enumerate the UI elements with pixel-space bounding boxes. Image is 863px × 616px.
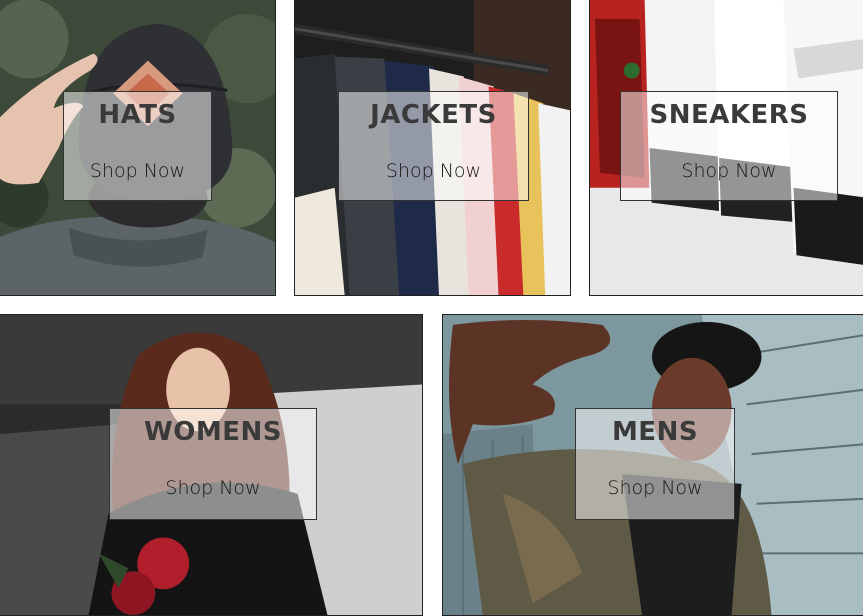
jackets-shop-now-link[interactable]: Shop Now (339, 160, 528, 182)
category-tile-sneakers[interactable]: SNEAKERS Shop Now (589, 0, 863, 296)
category-tile-womens[interactable]: WOMENS Shop Now (0, 314, 423, 616)
womens-title: WOMENS (144, 417, 282, 447)
category-tile-jackets[interactable]: JACKETS Shop Now (294, 0, 571, 296)
womens-shop-now-link[interactable]: Shop Now (110, 477, 316, 499)
sneakers-title: SNEAKERS (649, 100, 809, 130)
hats-shop-now-link[interactable]: Shop Now (64, 160, 211, 182)
category-tile-mens[interactable]: MENS Shop Now (442, 314, 863, 616)
hats-card[interactable]: HATS Shop Now (63, 91, 212, 201)
womens-card[interactable]: WOMENS Shop Now (109, 408, 317, 520)
jackets-title: JACKETS (370, 100, 497, 130)
mens-title: MENS (611, 417, 699, 447)
hats-title: HATS (98, 100, 177, 130)
mens-card[interactable]: MENS Shop Now (575, 408, 735, 520)
sneakers-card[interactable]: SNEAKERS Shop Now (620, 91, 838, 201)
mens-shop-now-link[interactable]: Shop Now (576, 477, 734, 499)
sneakers-shop-now-link[interactable]: Shop Now (621, 160, 837, 182)
category-tile-hats[interactable]: HATS Shop Now (0, 0, 276, 296)
jackets-card[interactable]: JACKETS Shop Now (338, 91, 529, 201)
